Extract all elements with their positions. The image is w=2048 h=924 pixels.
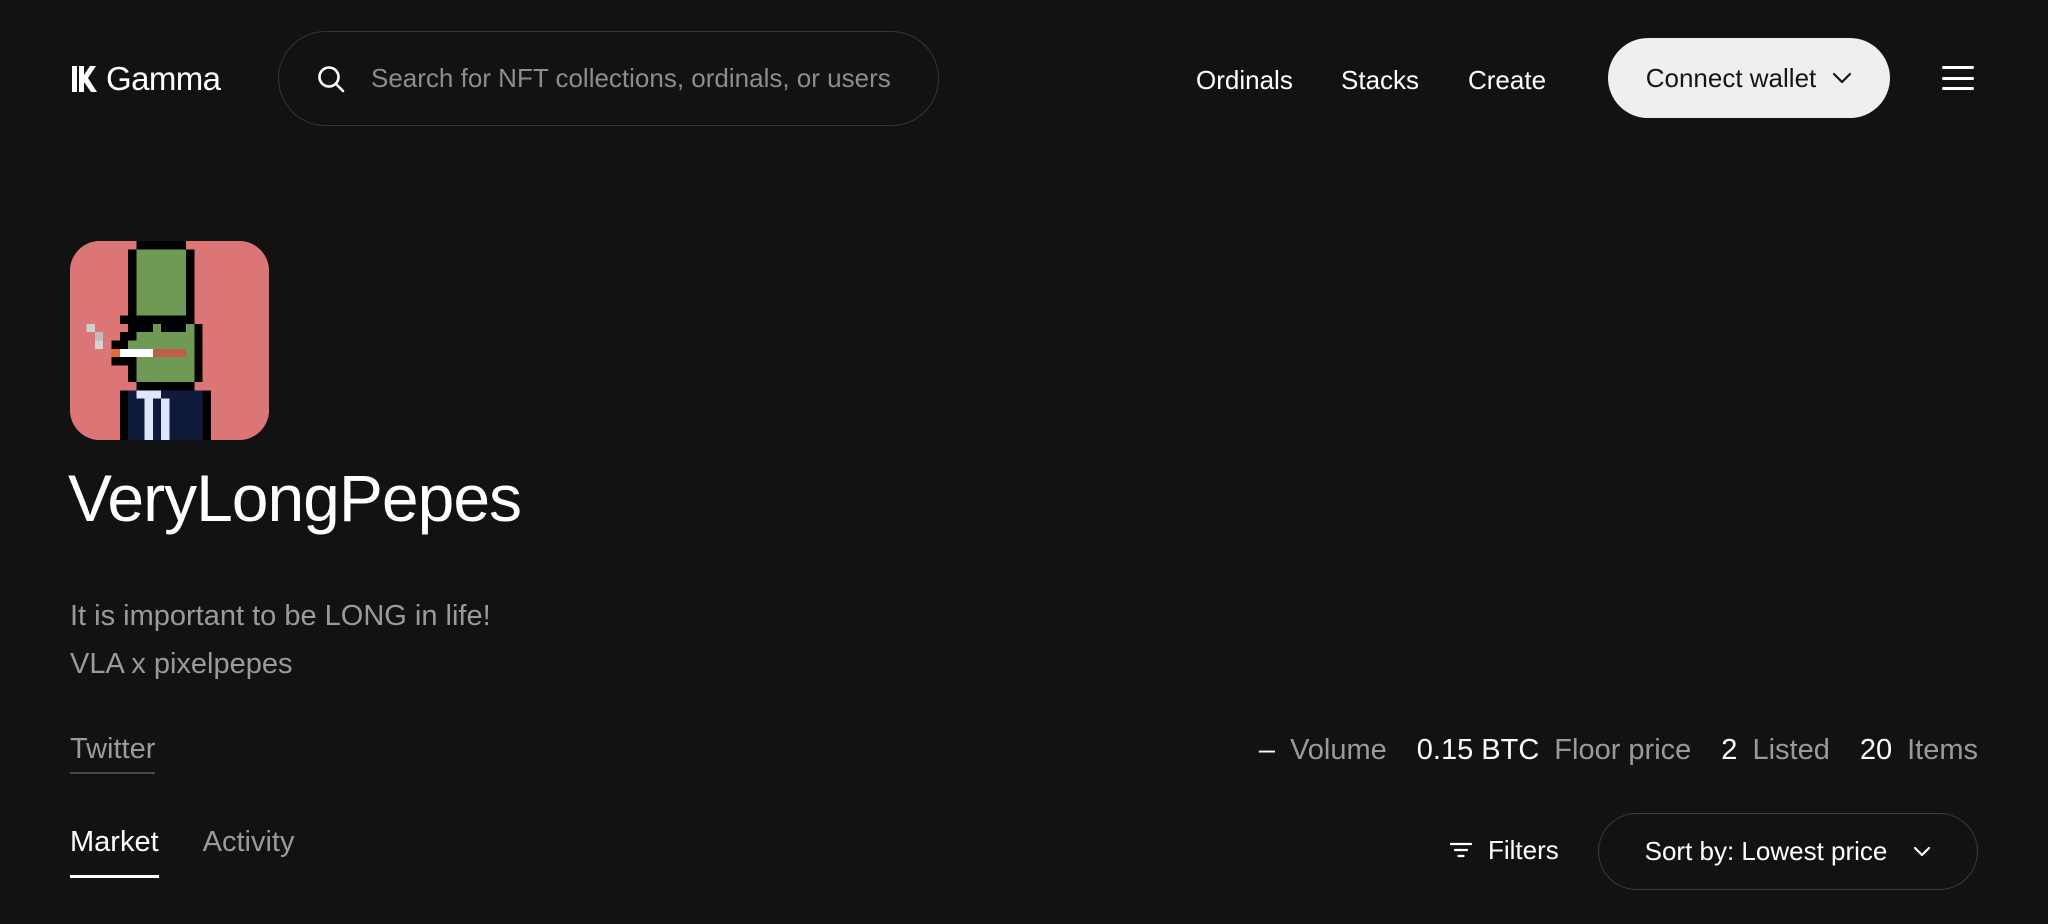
stat-label: Items bbox=[1907, 733, 1978, 766]
collection-description-line: VLA x pixelpepes bbox=[70, 648, 293, 680]
search-bar[interactable] bbox=[278, 31, 939, 126]
twitter-link[interactable]: Twitter bbox=[70, 733, 156, 774]
menu-icon[interactable] bbox=[1942, 62, 1976, 94]
gamma-logo-icon bbox=[72, 66, 97, 92]
stat-value: – bbox=[1258, 733, 1276, 766]
stat-value: 0.15 BTC bbox=[1416, 733, 1540, 766]
stat-value: 20 bbox=[1859, 733, 1893, 766]
menu-icon-line bbox=[1942, 66, 1974, 69]
logo-text: Gamma bbox=[106, 60, 221, 97]
stat-value: 2 bbox=[1721, 733, 1738, 766]
collection-title: VeryLongPepes bbox=[68, 461, 522, 535]
collection-stats: – Volume 0.15 BTC Floor price 2 Listed 2… bbox=[1229, 730, 1978, 770]
gamma-logo[interactable]: Gamma bbox=[70, 58, 221, 100]
search-input[interactable] bbox=[371, 63, 938, 94]
connect-wallet-label: Connect wallet bbox=[1645, 62, 1817, 93]
stat-listed: 2 Listed bbox=[1721, 734, 1830, 767]
stat-items: 20 Items bbox=[1860, 734, 1978, 767]
connect-wallet-button[interactable]: Connect wallet bbox=[1608, 38, 1890, 118]
collection-avatar bbox=[70, 241, 269, 440]
pepe-avatar-icon bbox=[70, 241, 269, 440]
stat-label: Volume bbox=[1290, 733, 1387, 766]
nav-link-stacks[interactable]: Stacks bbox=[1341, 60, 1419, 100]
nav-link-ordinals[interactable]: Ordinals bbox=[1196, 60, 1293, 100]
menu-icon-line bbox=[1942, 87, 1974, 90]
search-icon bbox=[318, 65, 345, 92]
sort-dropdown[interactable]: Sort by: Lowest price bbox=[1598, 813, 1978, 890]
stat-label: Listed bbox=[1752, 733, 1830, 766]
filters-button[interactable]: Filters bbox=[1450, 830, 1559, 870]
chevron-down-icon bbox=[1914, 846, 1931, 857]
stat-label: Floor price bbox=[1554, 733, 1692, 766]
menu-icon-line bbox=[1942, 76, 1974, 80]
top-navigation-bar: Gamma Ordinals Stacks Create Connect wal… bbox=[0, 0, 2048, 156]
filter-icon bbox=[1450, 842, 1472, 858]
stat-floor-price: 0.15 BTC Floor price bbox=[1417, 734, 1692, 767]
tab-market[interactable]: Market bbox=[70, 826, 159, 878]
sort-label: Sort by: Lowest price bbox=[1644, 836, 1888, 866]
tab-activity[interactable]: Activity bbox=[203, 826, 295, 878]
filters-label: Filters bbox=[1488, 834, 1559, 865]
chevron-down-icon bbox=[1833, 72, 1852, 84]
collection-tabs: Market Activity bbox=[70, 826, 294, 878]
stat-volume: – Volume bbox=[1259, 734, 1387, 767]
nav-link-create[interactable]: Create bbox=[1468, 60, 1546, 100]
collection-description-line: It is important to be LONG in life! bbox=[70, 600, 491, 632]
